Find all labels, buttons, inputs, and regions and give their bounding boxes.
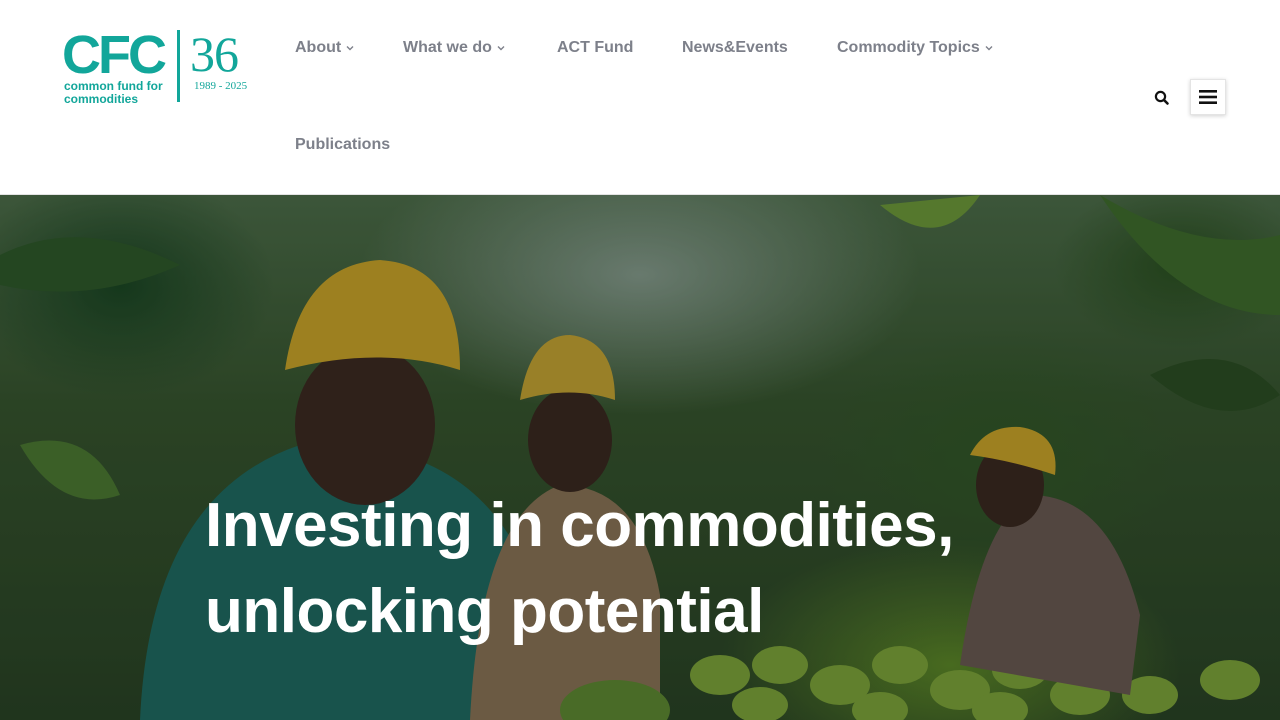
nav-item-commodity-topics[interactable]: Commodity Topics — [837, 39, 994, 57]
search-button[interactable] — [1152, 88, 1172, 108]
logo-tagline: common fund for commodities — [64, 79, 163, 106]
chevron-down-icon — [985, 46, 993, 51]
site-header: CFC 36 1989 - 2025 common fund for commo… — [0, 0, 1280, 195]
hero-banner: Investing in commodities, unlocking pote… — [0, 195, 1280, 720]
hero-title-line-2: unlocking potential — [205, 577, 764, 646]
chevron-down-icon — [346, 46, 354, 51]
nav-item-publications[interactable]: Publications — [295, 136, 390, 154]
nav-item-label: News&Events — [682, 39, 788, 56]
logo-years: 1989 - 2025 — [194, 80, 248, 92]
cfc-logo[interactable]: CFC 36 1989 - 2025 common fund for commo… — [62, 28, 262, 108]
menu-button[interactable] — [1190, 79, 1226, 115]
nav-item-label: Commodity Topics — [837, 39, 980, 56]
logo-anniversary-number: 36 — [190, 26, 239, 82]
hero-title: Investing in commodities, unlocking pote… — [205, 483, 1105, 655]
hamburger-icon — [1199, 90, 1217, 104]
nav-item-label: What we do — [403, 39, 492, 56]
logo-divider — [177, 30, 180, 102]
nav-item-label: ACT Fund — [557, 39, 634, 56]
nav-item-label: About — [295, 39, 342, 56]
chevron-down-icon — [497, 46, 505, 51]
nav-item-news-events[interactable]: News&Events — [682, 39, 788, 57]
nav-item-about[interactable]: About — [295, 39, 355, 57]
nav-item-act-fund[interactable]: ACT Fund — [557, 39, 633, 57]
hero-title-line-1: Investing in commodities, — [205, 491, 954, 560]
search-icon — [1154, 90, 1169, 105]
nav-item-what-we-do[interactable]: What we do — [403, 39, 506, 57]
nav-item-label: Publications — [295, 136, 391, 153]
logo-mark: CFC — [62, 25, 167, 85]
